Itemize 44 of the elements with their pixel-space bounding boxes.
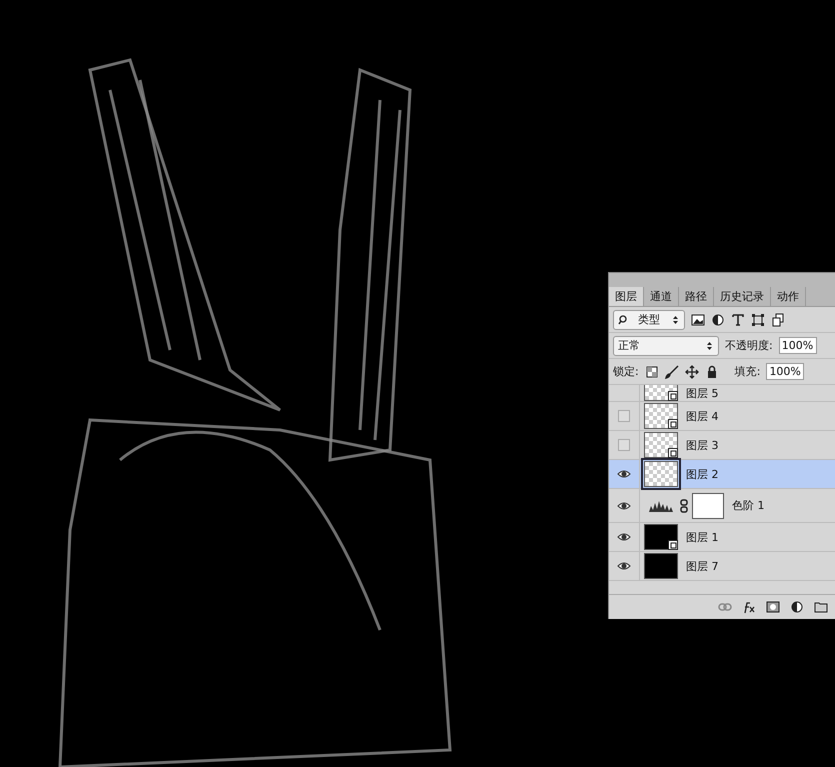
lock-label: 锁定: (613, 364, 639, 379)
layer-row[interactable]: 图层 5 (609, 385, 835, 402)
layer-thumbnail (644, 553, 678, 579)
fill-label: 填充: (734, 364, 760, 379)
brush-icon[interactable] (664, 364, 679, 378)
layer-thumbnail (644, 524, 678, 550)
chain-link-icon (680, 498, 688, 512)
layer-mask-thumbnail (692, 492, 724, 518)
layer-row[interactable]: 图层 7 (609, 552, 835, 581)
checker-icon[interactable] (644, 364, 659, 378)
layer-thumbnail (644, 403, 678, 429)
layer-name: 图层 7 (686, 558, 718, 574)
move-icon[interactable] (684, 364, 699, 378)
layer-row[interactable]: 图层 1 (609, 523, 835, 552)
type-icon[interactable] (731, 312, 745, 326)
layer-row[interactable]: 色阶 1 (609, 489, 835, 523)
fill-field[interactable]: 100% (766, 363, 804, 380)
layer-name: 图层 4 (686, 408, 718, 424)
smart-object-icon[interactable] (771, 312, 785, 326)
effects-icon[interactable] (742, 600, 756, 614)
layer-row[interactable]: 图层 4 (609, 402, 835, 431)
layer-name: 图层 3 (686, 438, 718, 452)
opacity-field[interactable]: 100% (778, 337, 817, 354)
half-circle-icon[interactable] (711, 312, 725, 326)
layer-name: 色阶 1 (732, 498, 764, 513)
mask-icon[interactable] (766, 600, 780, 614)
opacity-label: 不透明度: (725, 338, 773, 353)
layer-row[interactable]: 图层 2 (609, 460, 835, 489)
image-icon[interactable] (691, 312, 705, 326)
search-icon (618, 314, 627, 324)
layer-name: 图层 1 (686, 530, 718, 544)
stepper-icon (671, 314, 680, 324)
folder-icon[interactable] (814, 600, 828, 614)
half-circle-icon[interactable] (790, 600, 804, 614)
layer-name: 图层 5 (686, 386, 718, 401)
visibility-checkbox[interactable] (618, 410, 630, 422)
shape-icon[interactable] (751, 312, 765, 326)
panel-tab[interactable]: 图层 (609, 287, 644, 306)
blend-mode-dropdown[interactable]: 正常 (613, 336, 719, 356)
visibility-checkbox[interactable] (618, 439, 630, 451)
layer-thumbnail (644, 432, 678, 458)
layer-name: 图层 2 (686, 466, 718, 482)
filter-dropdown[interactable]: 类型 (613, 310, 685, 330)
stepper-icon (705, 340, 714, 350)
